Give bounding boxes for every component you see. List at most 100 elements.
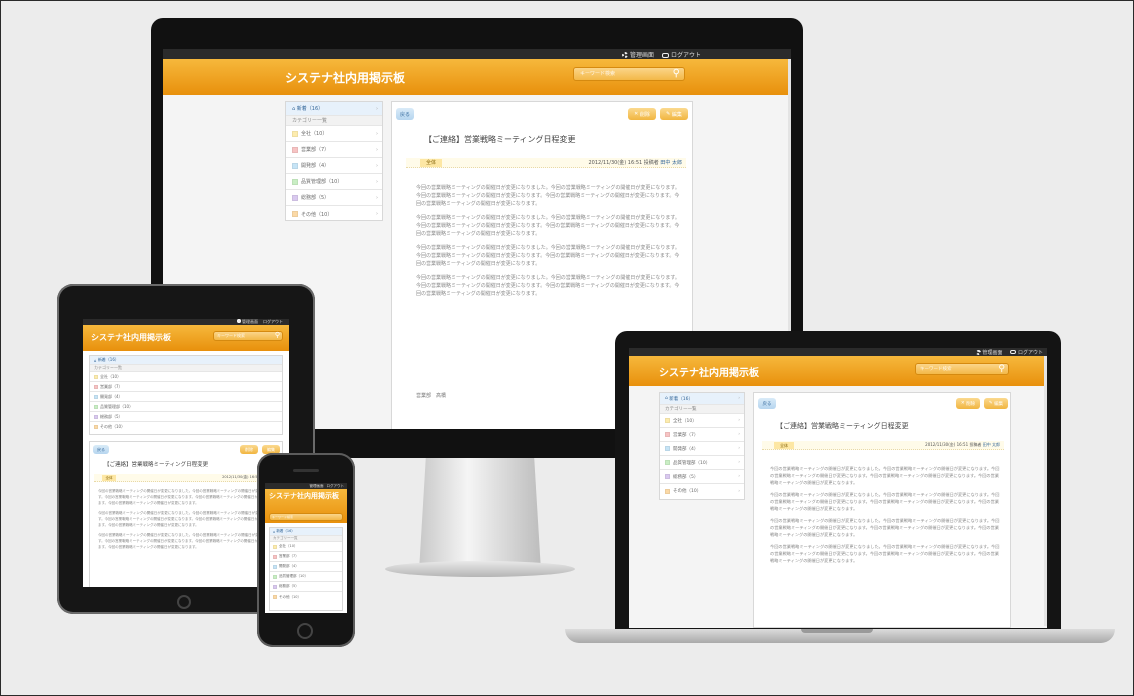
category-swatch xyxy=(273,564,277,569)
sidebar-item-company[interactable]: 全社（10） xyxy=(270,542,342,552)
pencil-icon: ✎ xyxy=(988,401,993,406)
sidebar-item-qa[interactable]: 品質管理部（10） xyxy=(90,402,282,412)
sidebar-all-label: 新着（16） xyxy=(276,529,295,533)
app-title[interactable]: システナ社内用掲示板 xyxy=(659,364,759,379)
delete-button[interactable]: 削除 xyxy=(240,445,258,454)
search-placeholder: キーワード検索 xyxy=(217,333,245,338)
category-tag: 全体 xyxy=(774,442,794,449)
settings-link[interactable]: 管理画面 xyxy=(622,50,654,59)
scrollbar[interactable] xyxy=(1044,356,1047,626)
sidebar-item-qa[interactable]: 品質管理部（10） › xyxy=(286,174,382,190)
app-title[interactable]: システナ社内用掲示板 xyxy=(269,492,345,501)
tablet-home-button[interactable] xyxy=(177,595,191,609)
sidebar-item-company[interactable]: 全社（10） › xyxy=(286,126,382,142)
sidebar-item-other[interactable]: その他（10） › xyxy=(660,484,744,498)
sidebar-item-label: 営業部（7） xyxy=(100,383,123,389)
author-label: 投稿者 xyxy=(643,160,659,166)
phone-home-button[interactable] xyxy=(297,623,313,639)
settings-link[interactable]: 管理画面 xyxy=(310,484,324,489)
sidebar-item-qa[interactable]: 品質管理部（10） › xyxy=(660,456,744,470)
sidebar-item-sales[interactable]: 営業部（7） › xyxy=(660,428,744,442)
category-sidebar: ⌂ 新着（16） › カテゴリー一覧 全社（10） › 営業部（7） › 開発部（4）… xyxy=(285,101,383,221)
sidebar-item-sales[interactable]: 営業部（7） xyxy=(270,552,342,562)
category-sidebar: ⌂ 新着（16） カテゴリー一覧 全社（10） 営業部（7） 開発部（4） 品質… xyxy=(89,355,283,435)
search-input[interactable]: キーワード検索 ⚲ xyxy=(213,331,283,341)
chevron-right-icon: › xyxy=(738,418,740,423)
sidebar-item-dev[interactable]: 開発部（4） xyxy=(90,392,282,402)
sidebar-item-other[interactable]: その他（10） xyxy=(90,422,282,432)
sidebar-item-sales[interactable]: 営業部（7） xyxy=(90,382,282,392)
delete-button[interactable]: ✕ 削除 xyxy=(956,398,980,409)
back-button[interactable]: 戻る xyxy=(93,445,109,454)
post-paragraph: 今回の営業戦略ミーティングの開催日が変更になりました。今回の営業戦略ミーティング… xyxy=(98,533,277,550)
sidebar-item-new[interactable]: ⌂ 新着（16） xyxy=(90,356,282,365)
sidebar-item-general[interactable]: 総務部（5） xyxy=(270,582,342,592)
back-button[interactable]: 戻る xyxy=(758,398,776,409)
sidebar-item-label: その他（10） xyxy=(100,424,126,429)
sidebar-item-general[interactable]: 総務部（5） › xyxy=(660,470,744,484)
category-swatch xyxy=(94,394,98,399)
sidebar-item-qa[interactable]: 品質管理部（10） xyxy=(270,572,342,582)
post-body: 今回の営業戦略ミーティングの開催日が変更になりました。今回の営業戦略ミーティング… xyxy=(416,184,684,304)
search-icon[interactable]: ⚲ xyxy=(673,68,680,79)
sidebar-item-dev[interactable]: 開発部（4） xyxy=(270,562,342,572)
logout-label: ログアウト xyxy=(263,319,283,324)
search-input[interactable]: キーワード検索 ⚲ xyxy=(573,67,685,81)
author-link[interactable]: 田中 太郎 xyxy=(983,442,1000,447)
logout-link[interactable]: ログアウト xyxy=(1010,349,1043,356)
delete-button[interactable]: ✕ 削除 xyxy=(628,108,656,120)
post-paragraph: 今回の営業戦略ミーティングの開催日が変更になりました。今回の営業戦略ミーティング… xyxy=(416,275,680,297)
search-input[interactable]: キーワード検索 xyxy=(269,513,343,521)
settings-label: 管理画面 xyxy=(242,319,258,324)
app-header: システナ社内用掲示板 キーワード検索 ⚲ xyxy=(83,325,289,351)
sidebar-item-label: 品質管理部（10） xyxy=(673,460,711,466)
category-swatch xyxy=(292,162,298,169)
sidebar-item-label: 総務部（5） xyxy=(301,195,330,201)
sidebar-item-new[interactable]: ⌂ 新着（16） › xyxy=(660,393,744,405)
sidebar-item-dev[interactable]: 開発部（4） › xyxy=(660,442,744,456)
search-icon[interactable]: ⚲ xyxy=(998,364,1005,374)
category-swatch xyxy=(292,194,298,201)
sidebar-item-new[interactable]: ⌂ 新着（16） xyxy=(270,528,342,536)
logout-link[interactable]: ログアウト xyxy=(327,484,345,489)
category-swatch xyxy=(665,418,670,423)
search-icon[interactable]: ⚲ xyxy=(275,331,280,339)
sidebar-item-company[interactable]: 全社（10） › xyxy=(660,414,744,428)
sidebar-all-label: 新着（16） xyxy=(97,357,119,362)
edit-button[interactable]: ✎ 編集 xyxy=(984,398,1008,409)
settings-label: 管理画面 xyxy=(982,349,1003,356)
sidebar-item-label: 全社（10） xyxy=(279,544,298,548)
sidebar-item-other[interactable]: その他（10） › xyxy=(286,206,382,222)
sidebar-item-new[interactable]: ⌂ 新着（16） › xyxy=(286,102,382,116)
sidebar-item-company[interactable]: 全社（10） xyxy=(90,372,282,382)
post-date: 2012/11/30(金) 16:51 xyxy=(925,442,969,447)
edit-button[interactable]: ✎ 編集 xyxy=(660,108,688,120)
search-placeholder: キーワード検索 xyxy=(920,367,952,372)
category-swatch xyxy=(94,414,98,419)
settings-link[interactable]: 管理画面 xyxy=(975,349,1003,356)
logout-link[interactable]: ログアウト xyxy=(662,50,701,59)
gear-icon xyxy=(622,52,629,58)
sidebar-item-general[interactable]: 総務部（5） xyxy=(90,412,282,422)
sidebar-item-general[interactable]: 総務部（5） › xyxy=(286,190,382,206)
sidebar-all-label: 新着（16） xyxy=(669,396,694,402)
post-meta-row: 全体 2012/11/30(金) 16:51 投稿者 田中 太郎 xyxy=(762,441,1004,450)
category-swatch xyxy=(665,432,670,437)
app-title[interactable]: システナ社内用掲示板 xyxy=(91,332,171,343)
close-icon: ✕ xyxy=(634,111,639,117)
sidebar-item-dev[interactable]: 開発部（4） › xyxy=(286,158,382,174)
sidebar-item-label: その他（10） xyxy=(673,489,702,494)
search-input[interactable]: キーワード検索 ⚲ xyxy=(915,363,1009,375)
app-title[interactable]: システナ社内用掲示板 xyxy=(285,69,405,86)
sidebar-item-other[interactable]: その他（10） xyxy=(270,592,342,602)
category-swatch xyxy=(94,404,98,409)
category-swatch xyxy=(94,374,98,379)
sidebar-item-label: 開発部（4） xyxy=(279,564,299,568)
author-link[interactable]: 田中 太郎 xyxy=(660,160,682,166)
chevron-right-icon: › xyxy=(738,460,740,465)
sidebar-item-label: 総務部（5） xyxy=(100,413,123,419)
post-paragraph: 今回の営業戦略ミーティングの開催日が変更になりました。今回の営業戦略ミーティング… xyxy=(416,185,680,207)
post-paragraph: 今回の営業戦略ミーティングの開催日が変更になりました。今回の営業戦略ミーティング… xyxy=(98,489,277,505)
back-button[interactable]: 戻る xyxy=(396,108,414,120)
sidebar-item-sales[interactable]: 営業部（7） › xyxy=(286,142,382,158)
